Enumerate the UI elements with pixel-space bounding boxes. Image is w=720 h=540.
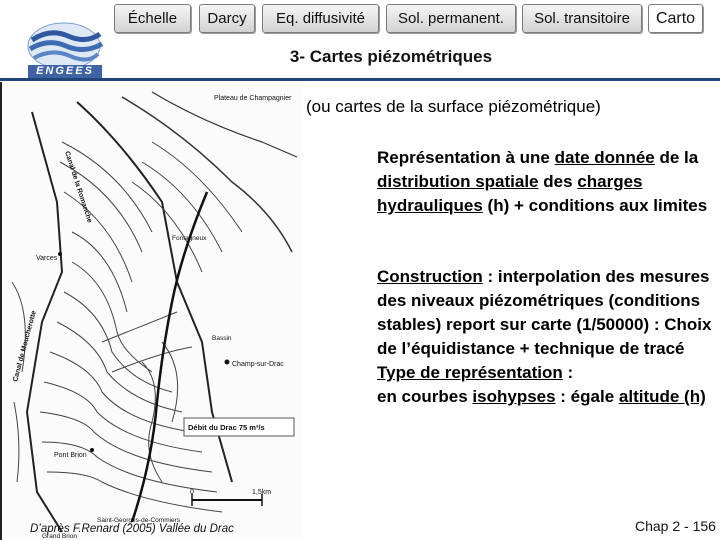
- map-label-pont: Pont Brion: [54, 452, 87, 459]
- map-caption: D’après F.Renard (2005) Vallée du Drac: [30, 523, 234, 535]
- paragraph-construction: Construction : interpolation des mesures…: [377, 267, 712, 406]
- tab-sol-transitoire[interactable]: Sol. transitoire: [522, 4, 642, 33]
- map-scale-zero: 0: [190, 489, 194, 496]
- piezometric-map: Plateau de Champagnier Varces Champ-sur-…: [0, 82, 302, 540]
- tab-sol-permanent[interactable]: Sol. permanent.: [386, 4, 516, 33]
- map-label-debit: Débit du Drac 75 m³/s: [188, 423, 265, 432]
- page-number: Chap 2 - 156: [635, 518, 716, 534]
- map-label-fontagneux: Fontagneux: [172, 235, 207, 242]
- page-title: 3- Cartes piézométriques: [289, 47, 493, 66]
- tab-carto[interactable]: Carto: [648, 4, 703, 33]
- map-scale-km: 1,5km: [252, 489, 271, 496]
- tab-darcy[interactable]: Darcy: [199, 4, 255, 33]
- title-underline: [0, 78, 720, 81]
- map-label-champ: Champ-sur-Drac: [232, 361, 284, 368]
- map-label-varces: Varces: [36, 255, 58, 262]
- tab-eq-diffusivite[interactable]: Eq. diffusivité: [262, 4, 379, 33]
- paragraph-representation: Représentation à une date donnée de la d…: [377, 148, 708, 215]
- map-label-plateau: Plateau de Champagnier: [214, 95, 292, 102]
- subtitle: (ou cartes de la surface piézométrique): [306, 97, 601, 116]
- tab-echelle[interactable]: Échelle: [114, 4, 191, 33]
- map-label-bassin: Bassin: [212, 335, 232, 342]
